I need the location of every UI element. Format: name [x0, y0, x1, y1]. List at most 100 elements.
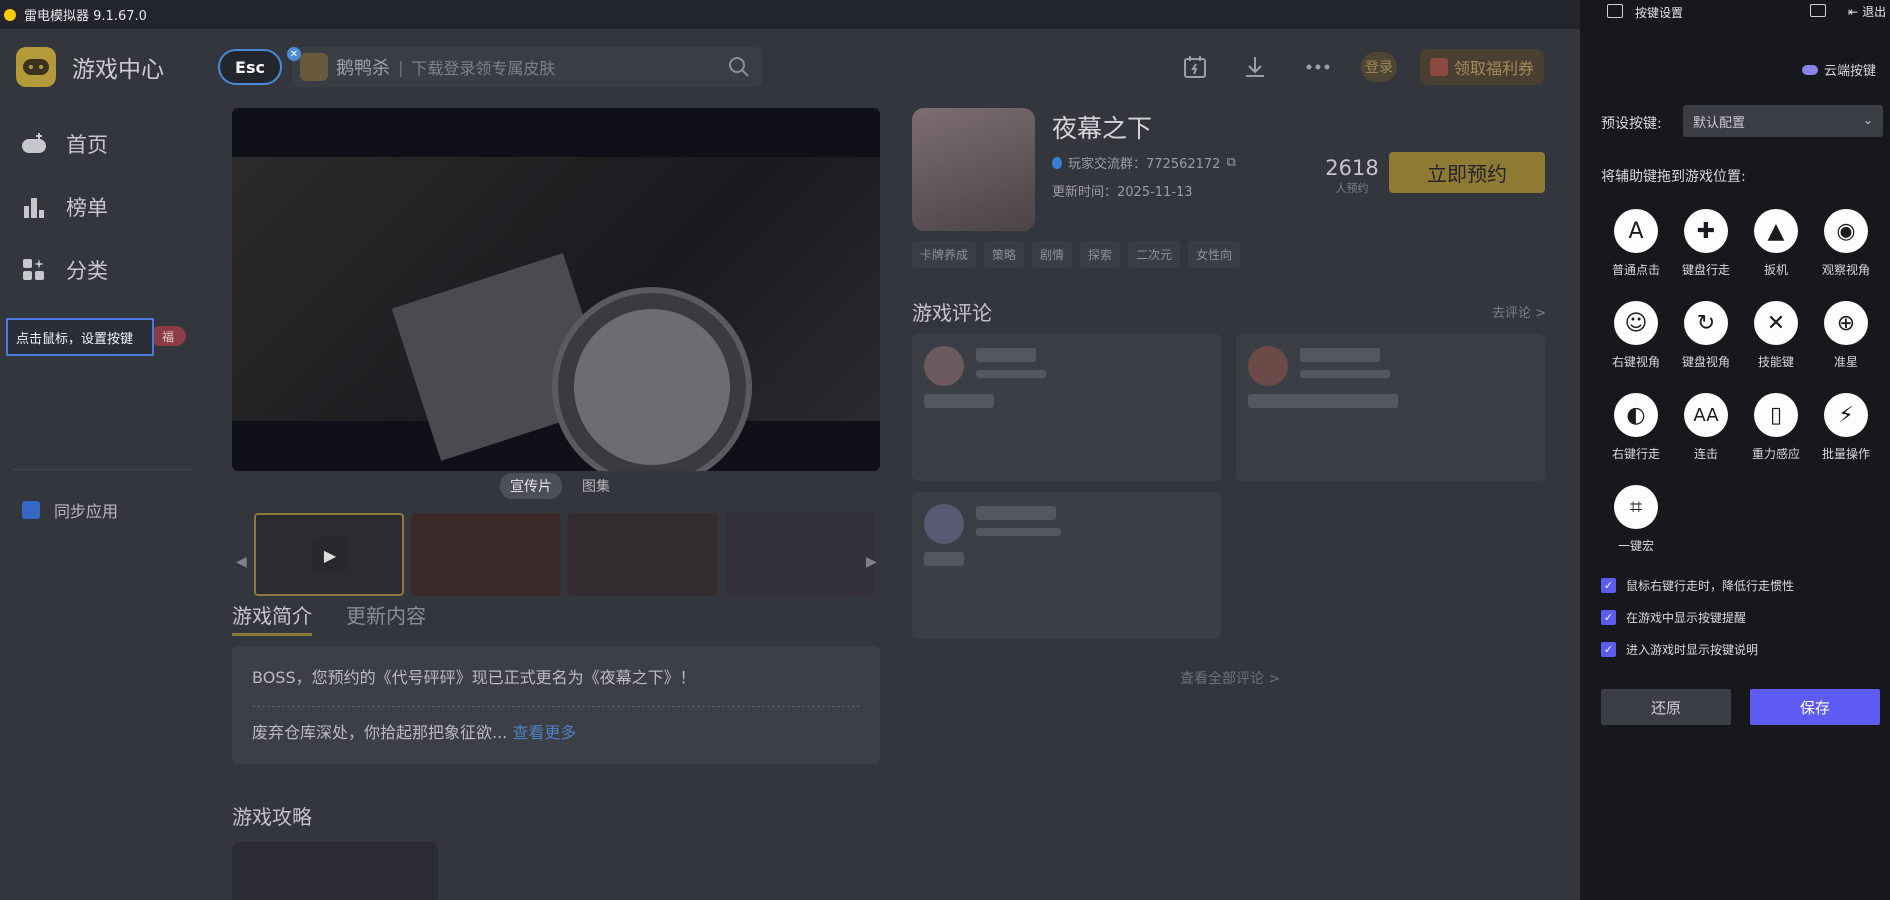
tab-intro[interactable]: 游戏简介	[232, 600, 312, 636]
hot-badge: 福	[150, 326, 186, 346]
review-card[interactable]	[912, 492, 1221, 639]
key-trigger[interactable]: ▲ 扳机	[1741, 209, 1811, 278]
thumbnail[interactable]: ▶	[254, 513, 404, 596]
chevron-left-icon[interactable]: ◀	[236, 554, 247, 570]
sync-icon	[22, 501, 40, 519]
key-label: 一键宏	[1617, 539, 1654, 553]
sync-label: 同步应用	[54, 502, 119, 521]
reserve-count-number: 2618	[1325, 156, 1379, 180]
key-label: 右键视角	[1611, 355, 1660, 369]
key-macro[interactable]: ⌗ 一键宏	[1601, 485, 1671, 554]
dpad-icon: ✚	[1684, 209, 1728, 253]
cloud-keys-button[interactable]: 云端按键	[1802, 60, 1876, 79]
sidebar-divider	[12, 469, 192, 470]
checkbox-show-guide[interactable]: ✓ 进入游戏时显示按键说明	[1601, 641, 1758, 658]
thumbnail[interactable]	[725, 513, 875, 596]
key-batch[interactable]: ⚡ 批量操作	[1811, 393, 1881, 462]
sidebar-item-home[interactable]: 首页	[20, 129, 108, 159]
sidebar-item-ranking[interactable]: 榜单	[20, 192, 108, 222]
restore-button[interactable]: 还原	[1601, 689, 1731, 725]
gamepad-icon	[20, 130, 48, 158]
copy-icon[interactable]: ⧉	[1226, 155, 1235, 170]
check-icon: ✓	[1601, 610, 1616, 625]
intro-tabs: 游戏简介 更新内容	[232, 600, 426, 636]
coupon-button[interactable]: 领取福利券	[1420, 49, 1544, 85]
preset-value: 默认配置	[1693, 115, 1746, 131]
promo-video[interactable]	[232, 108, 880, 471]
tab-gallery[interactable]: 图集	[572, 473, 620, 499]
window-title: 雷电模拟器 9.1.67.0	[24, 9, 147, 24]
chevron-right-icon[interactable]: ▶	[866, 554, 877, 570]
key-label: 键盘视角	[1681, 355, 1730, 369]
checkbox-show-hints[interactable]: ✓ 在游戏中显示按键提醒	[1601, 609, 1746, 626]
qq-group-text: 玩家交流群：772562172	[1068, 157, 1221, 172]
key-right-walk[interactable]: ◐ 右键行走	[1601, 393, 1671, 462]
tag[interactable]: 卡牌养成	[912, 241, 977, 268]
search-divider: |	[398, 57, 404, 77]
search-placeholder: 下载登录领专属皮肤	[411, 59, 556, 78]
key-observe-view[interactable]: ◉ 观察视角	[1811, 209, 1881, 278]
key-skill[interactable]: ✕ 技能键	[1741, 301, 1811, 370]
download-icon[interactable]	[1241, 53, 1269, 81]
blurred-text	[1300, 370, 1390, 378]
all-reviews-link[interactable]: 查看全部评论 >	[1180, 668, 1280, 688]
key-combo[interactable]: AA 连击	[1671, 393, 1741, 462]
sidebar-item-category[interactable]: 分类	[20, 255, 108, 285]
thumbnail[interactable]	[568, 513, 718, 596]
search-icon[interactable]	[728, 56, 750, 78]
drag-hint: 将辅助键拖到游戏位置:	[1601, 169, 1746, 185]
reserve-count-label: 人预约	[1335, 182, 1369, 195]
write-review-link[interactable]: 去评论 >	[1492, 302, 1546, 321]
checkbox-label: 鼠标右键行走时，降低行走惯性	[1626, 579, 1795, 593]
right-view-icon: ☺	[1614, 301, 1658, 345]
checkbox-reduce-inertia[interactable]: ✓ 鼠标右键行走时，降低行走惯性	[1601, 577, 1794, 594]
key-label: 准星	[1833, 355, 1858, 369]
click-a-icon: A	[1614, 209, 1658, 253]
tab-promo-video[interactable]: 宣传片	[500, 473, 562, 499]
ranking-icon	[20, 193, 48, 221]
search-bar[interactable]: 鹅鸭杀 | 下载登录领专属皮肤	[292, 47, 762, 87]
key-gravity[interactable]: ▯ 重力感应	[1741, 393, 1811, 462]
see-more-link[interactable]: 查看更多	[512, 723, 576, 742]
guide-thumbnail[interactable]	[232, 842, 438, 900]
exit-button[interactable]: ⇤ 退出	[1848, 3, 1886, 20]
brand: 游戏中心	[16, 47, 164, 87]
blurred-text	[1248, 394, 1398, 408]
sidebar: 游戏中心 首页 榜单 分类 福 点击鼠标，设置按键 同步应用	[0, 29, 215, 900]
combo-icon: AA	[1684, 393, 1728, 437]
review-card[interactable]	[912, 334, 1221, 481]
tag[interactable]: 二次元	[1128, 241, 1181, 268]
intro-line: 废弃仓库深处，你拾起那把象征欲... 查看更多	[252, 706, 860, 743]
review-card[interactable]	[1236, 334, 1545, 481]
preset-select[interactable]: 默认配置 ⌄	[1683, 105, 1883, 137]
esc-button[interactable]: Esc	[218, 49, 282, 85]
key-keyboard-walk[interactable]: ✚ 键盘行走	[1671, 209, 1741, 278]
category-icon	[20, 256, 48, 284]
thumbnail[interactable]	[411, 513, 561, 596]
blurred-text	[924, 394, 994, 408]
key-keyboard-view[interactable]: ↻ 键盘视角	[1671, 301, 1741, 370]
login-button[interactable]: 登录	[1361, 52, 1397, 82]
calendar-icon[interactable]	[1181, 53, 1209, 81]
panel-title: 按键设置	[1635, 6, 1684, 20]
cloud-label: 云端按键	[1824, 64, 1877, 79]
save-button[interactable]: 保存	[1750, 689, 1880, 725]
tab-updates[interactable]: 更新内容	[346, 600, 426, 636]
intro-snippet: 废弃仓库深处，你拾起那把象征欲...	[252, 723, 508, 742]
tag[interactable]: 探索	[1080, 241, 1121, 268]
pocket-watch-image	[552, 287, 752, 471]
sync-apps-button[interactable]: 同步应用	[22, 498, 118, 522]
tag[interactable]: 剧情	[1032, 241, 1073, 268]
tag[interactable]: 策略	[984, 241, 1025, 268]
key-right-view[interactable]: ☺ 右键视角	[1601, 301, 1671, 370]
media-tabs: 宣传片 图集	[500, 473, 620, 499]
more-icon[interactable]	[1304, 53, 1332, 81]
eye-icon: ◉	[1824, 209, 1868, 253]
key-crosshair[interactable]: ⊕ 准星	[1811, 301, 1881, 370]
tag[interactable]: 女性向	[1188, 241, 1241, 268]
folder-icon[interactable]	[1810, 4, 1826, 17]
key-normal-click[interactable]: A 普通点击	[1601, 209, 1671, 278]
close-icon[interactable]: ✕	[287, 47, 301, 61]
blurred-text	[976, 370, 1046, 378]
reserve-button[interactable]: 立即预约	[1389, 152, 1545, 193]
